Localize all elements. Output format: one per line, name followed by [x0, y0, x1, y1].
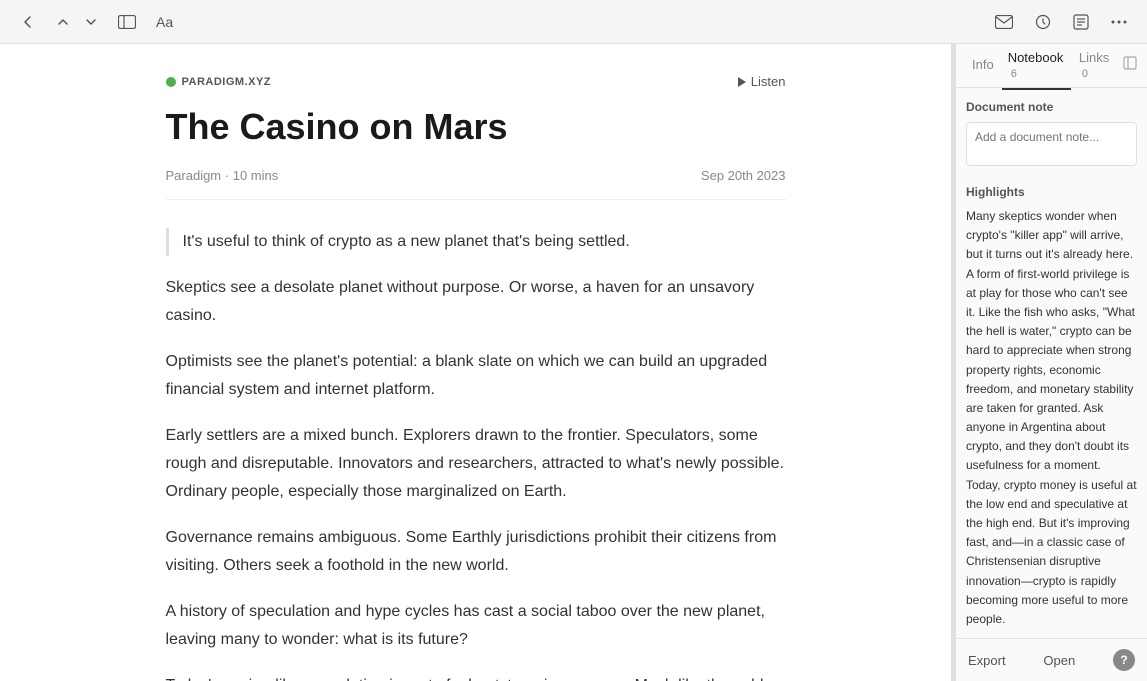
toolbar-left: Aa [14, 10, 179, 34]
article-meta: Paradigm · 10 mins Sep 20th 2023 [166, 168, 786, 200]
meta-read-time: 10 mins [233, 168, 279, 183]
article-area: PARADIGM.XYZ Listen The Casino on Mars P… [0, 44, 951, 681]
tab-links[interactable]: Links 0 [1073, 44, 1121, 90]
tag-button[interactable] [1067, 10, 1095, 34]
meta-date: Sep 20th 2023 [701, 168, 786, 183]
nav-arrows [50, 11, 104, 33]
highlight-0: Many skeptics wonder when crypto's "kill… [966, 207, 1137, 629]
toolbar-right [989, 10, 1133, 34]
meta-left: Paradigm · 10 mins [166, 168, 279, 183]
nav-up-button[interactable] [50, 11, 76, 33]
tab-info[interactable]: Info [966, 49, 1000, 82]
source-dot-icon [166, 77, 176, 87]
export-button[interactable]: Export [968, 653, 1006, 668]
tab-notebook[interactable]: Notebook 6 [1002, 44, 1071, 90]
panel-tabs: Info Notebook 6 Links 0 [956, 44, 1147, 88]
article-paragraph-0: It's useful to think of crypto as a new … [166, 228, 786, 256]
mail-button[interactable] [989, 11, 1019, 33]
panel-expand-button[interactable] [1123, 56, 1137, 75]
panel-content: Document note Highlights Many skeptics w… [956, 88, 1147, 638]
play-icon [738, 77, 746, 87]
article-paragraph-2: Optimists see the planet's potential: a … [166, 348, 786, 404]
document-note-input[interactable] [966, 122, 1137, 166]
article-paragraph-5: A history of speculation and hype cycles… [166, 598, 786, 654]
tab-notebook-badge: 6 [1011, 68, 1017, 80]
article-body: It's useful to think of crypto as a new … [166, 228, 786, 681]
source-label: PARADIGM.XYZ [166, 76, 272, 88]
more-button[interactable] [1105, 16, 1133, 28]
tab-links-label: Links [1079, 50, 1109, 65]
help-button[interactable]: ? [1113, 649, 1135, 671]
tab-info-label: Info [972, 57, 994, 72]
font-button[interactable]: Aa [150, 10, 179, 34]
article-content: PARADIGM.XYZ Listen The Casino on Mars P… [126, 44, 826, 681]
document-note-label: Document note [966, 100, 1137, 114]
nav-down-button[interactable] [78, 11, 104, 33]
article-paragraph-4: Governance remains ambiguous. Some Earth… [166, 524, 786, 580]
tab-notebook-label: Notebook [1008, 50, 1064, 65]
article-paragraph-1: Skeptics see a desolate planet without p… [166, 274, 786, 330]
article-paragraph-3: Early settlers are a mixed bunch. Explor… [166, 422, 786, 506]
listen-label: Listen [751, 74, 786, 89]
source-bar: PARADIGM.XYZ Listen [166, 74, 786, 89]
meta-author: Paradigm [166, 168, 222, 183]
listen-button[interactable]: Listen [738, 74, 786, 89]
open-button[interactable]: Open [1043, 653, 1075, 668]
history-button[interactable] [1029, 10, 1057, 34]
sidebar-toggle-button[interactable] [112, 11, 142, 33]
meta-separator: · [225, 168, 233, 183]
article-paragraph-6: Today's casino-like speculation is part … [166, 672, 786, 681]
article-title: The Casino on Mars [166, 105, 786, 148]
main-layout: PARADIGM.XYZ Listen The Casino on Mars P… [0, 44, 1147, 681]
tab-links-badge: 0 [1082, 68, 1088, 80]
toolbar: Aa [0, 0, 1147, 44]
source-name: PARADIGM.XYZ [182, 76, 272, 88]
highlights-label: Highlights [966, 185, 1137, 199]
panel-footer: Export Open ? [956, 638, 1147, 681]
back-button[interactable] [14, 10, 42, 34]
right-panel: Info Notebook 6 Links 0 Document note [955, 44, 1147, 681]
